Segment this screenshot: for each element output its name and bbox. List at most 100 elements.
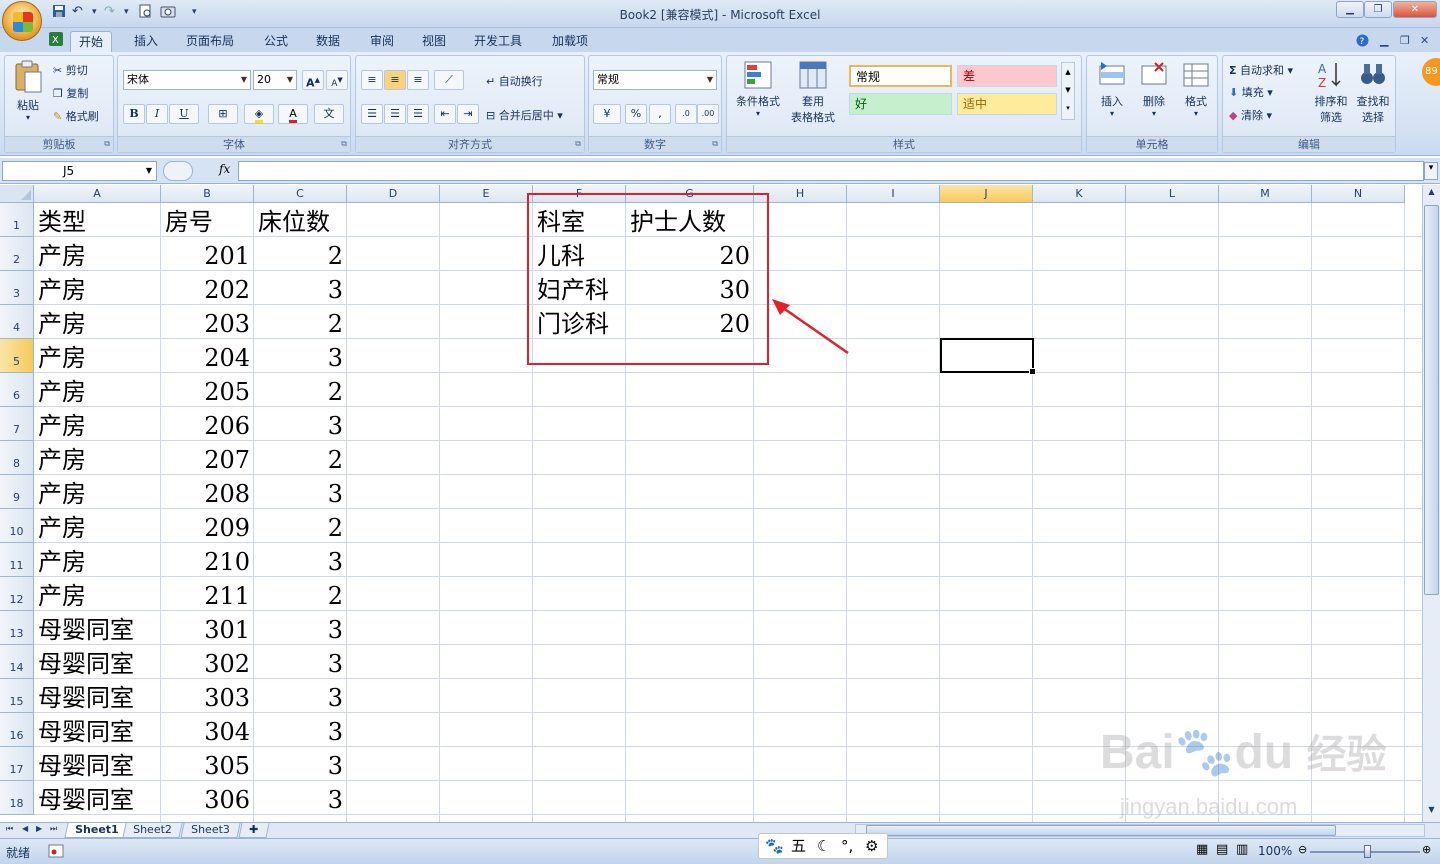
cell-a13[interactable]: 母婴同室: [34, 611, 161, 645]
cell-b7[interactable]: 206: [161, 407, 254, 441]
cell-a10[interactable]: 产房: [34, 509, 161, 543]
tab-review[interactable]: 审阅: [362, 31, 402, 52]
cell-a5[interactable]: 产房: [34, 339, 161, 373]
row-header-16[interactable]: 16: [0, 713, 34, 747]
worksheet-grid[interactable]: ABCDEFGHIJKLMN 1 2 3 4 5 6 7 8 9 10 11 12 13 14 15 16 17…: [0, 185, 1422, 822]
align-right-button[interactable]: ☰: [407, 104, 429, 124]
insert-sheet-button[interactable]: ✚: [238, 823, 270, 838]
shrink-font-button[interactable]: A▼: [326, 70, 348, 90]
row-header-5[interactable]: 5: [0, 339, 34, 373]
cell-c5[interactable]: 3: [254, 339, 347, 373]
notification-badge[interactable]: 89: [1422, 58, 1440, 86]
gear-icon[interactable]: ⚙: [865, 834, 878, 858]
comma-button[interactable]: ,: [649, 104, 671, 124]
format-cells-button[interactable]: 格式 ▾: [1177, 60, 1215, 118]
vertical-scroll-thumb[interactable]: [1424, 205, 1439, 595]
row-header-18[interactable]: 18: [0, 781, 34, 815]
column-header-m[interactable]: M: [1219, 185, 1312, 203]
row-header-8[interactable]: 8: [0, 441, 34, 475]
fill-button[interactable]: ⬇ 填充 ▾: [1229, 84, 1273, 100]
cell-c3[interactable]: 3: [254, 271, 347, 305]
cell-c2[interactable]: 2: [254, 237, 347, 271]
number-format-select[interactable]: 常规 ▼: [593, 70, 717, 90]
row-header-7[interactable]: 7: [0, 407, 34, 441]
insert-function-button[interactable]: fx: [219, 162, 230, 176]
cell-a1[interactable]: 类型: [34, 203, 161, 237]
cell-b13[interactable]: 301: [161, 611, 254, 645]
cell-c6[interactable]: 2: [254, 373, 347, 407]
style-good[interactable]: 好: [849, 93, 952, 115]
ime-mode[interactable]: 五: [791, 834, 806, 858]
tab-formulas[interactable]: 公式: [256, 31, 296, 52]
page-layout-view-icon[interactable]: ▤: [1216, 842, 1228, 857]
align-middle-button[interactable]: ≡: [384, 70, 406, 90]
paste-button[interactable]: 粘贴 ▾: [11, 60, 45, 122]
row-header-11[interactable]: 11: [0, 543, 34, 577]
select-all-button[interactable]: [0, 185, 34, 203]
cell-c13[interactable]: 3: [254, 611, 347, 645]
phonetic-button[interactable]: 文: [314, 104, 344, 124]
row-header-14[interactable]: 14: [0, 645, 34, 679]
cell-b8[interactable]: 207: [161, 441, 254, 475]
prev-sheet-icon[interactable]: ◀: [22, 824, 28, 833]
maximize-button[interactable]: ❐: [1364, 1, 1392, 18]
cell-a18[interactable]: 母婴同室: [34, 781, 161, 815]
conditional-format-button[interactable]: 条件格式 ▾: [731, 60, 785, 118]
cell-b10[interactable]: 209: [161, 509, 254, 543]
help-icon[interactable]: ?: [1356, 34, 1369, 50]
column-header-d[interactable]: D: [347, 185, 440, 203]
cell-c8[interactable]: 2: [254, 441, 347, 475]
cell-b12[interactable]: 211: [161, 577, 254, 611]
find-select-button[interactable]: 查找和 选择: [1353, 60, 1393, 125]
column-header-l[interactable]: L: [1126, 185, 1219, 203]
cell-c11[interactable]: 3: [254, 543, 347, 577]
cell-a12[interactable]: 产房: [34, 577, 161, 611]
cell-c10[interactable]: 2: [254, 509, 347, 543]
moon-icon[interactable]: ☾: [817, 834, 830, 858]
cut-button[interactable]: ✂ 剪切: [53, 62, 88, 78]
format-as-table-button[interactable]: 套用 表格格式: [785, 60, 841, 125]
column-header-j[interactable]: J: [940, 185, 1033, 203]
clear-button[interactable]: ◆ 清除 ▾: [1229, 107, 1272, 123]
cell-a11[interactable]: 产房: [34, 543, 161, 577]
increase-indent-button[interactable]: ⇥: [457, 104, 479, 124]
scroll-down-icon[interactable]: ▼: [1425, 805, 1438, 819]
accounting-button[interactable]: ¥: [593, 104, 621, 124]
cell-a17[interactable]: 母婴同室: [34, 747, 161, 781]
column-header-i[interactable]: I: [847, 185, 940, 203]
row-header-6[interactable]: 6: [0, 373, 34, 407]
formula-input[interactable]: [238, 161, 1424, 181]
column-header-c[interactable]: C: [254, 185, 347, 203]
paw-icon[interactable]: 🐾: [765, 834, 784, 858]
cell-c17[interactable]: 3: [254, 747, 347, 781]
zoom-level[interactable]: 100%: [1258, 844, 1292, 858]
cell-a16[interactable]: 母婴同室: [34, 713, 161, 747]
row-header-13[interactable]: 13: [0, 611, 34, 645]
cell-c15[interactable]: 3: [254, 679, 347, 713]
normal-view-icon[interactable]: ▦: [1196, 842, 1208, 857]
row-header-10[interactable]: 10: [0, 509, 34, 543]
cell-b5[interactable]: 204: [161, 339, 254, 373]
grow-font-button[interactable]: A▲: [302, 70, 324, 90]
punctuation-icon[interactable]: °,: [841, 834, 853, 858]
font-color-button[interactable]: A: [278, 104, 308, 124]
name-box[interactable]: J5 ▼: [2, 161, 157, 181]
cell-b9[interactable]: 208: [161, 475, 254, 509]
underline-button[interactable]: U: [169, 104, 199, 124]
sheet-tab-3[interactable]: Sheet3: [180, 823, 241, 838]
cell-c18[interactable]: 3: [254, 781, 347, 815]
sheet-tab-2[interactable]: Sheet2: [122, 823, 183, 838]
cell-a4[interactable]: 产房: [34, 305, 161, 339]
cell-a3[interactable]: 产房: [34, 271, 161, 305]
zoom-in-icon[interactable]: ⊕: [1422, 843, 1431, 856]
row-header-4[interactable]: 4: [0, 305, 34, 339]
cell-b14[interactable]: 302: [161, 645, 254, 679]
tab-view[interactable]: 视图: [414, 31, 454, 52]
first-sheet-icon[interactable]: ⏮: [6, 824, 13, 834]
fill-color-button[interactable]: ◈: [244, 104, 274, 124]
last-sheet-icon[interactable]: ⏭: [50, 824, 57, 834]
close-workbook-icon[interactable]: ✕: [1420, 34, 1429, 47]
row-header-15[interactable]: 15: [0, 679, 34, 713]
cell-b4[interactable]: 203: [161, 305, 254, 339]
row-header-2[interactable]: 2: [0, 237, 34, 271]
